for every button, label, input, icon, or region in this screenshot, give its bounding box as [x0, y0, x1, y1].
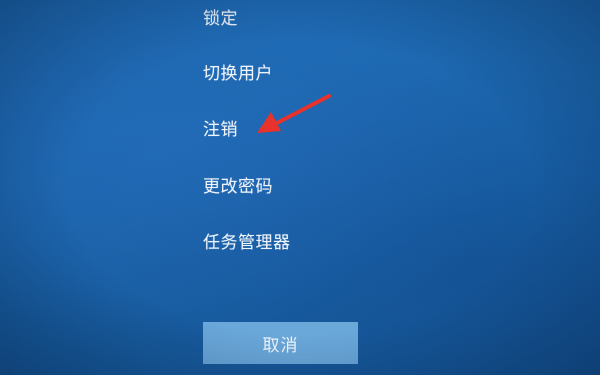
menu-item-switch-user[interactable]: 切换用户 [203, 57, 277, 91]
security-options-menu: 锁定 切换用户 注销 更改密码 任务管理器 [203, 0, 463, 270]
menu-item-task-manager[interactable]: 任务管理器 [203, 226, 295, 260]
menu-item-sign-out[interactable]: 注销 [203, 113, 242, 147]
menu-item-change-password[interactable]: 更改密码 [203, 170, 277, 204]
security-options-screen: 锁定 切换用户 注销 更改密码 任务管理器 取消 [0, 0, 600, 375]
cancel-button[interactable]: 取消 [203, 322, 358, 364]
menu-item-lock[interactable]: 锁定 [203, 2, 242, 36]
